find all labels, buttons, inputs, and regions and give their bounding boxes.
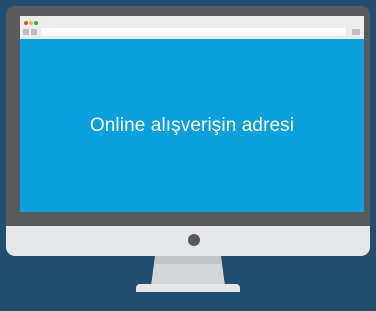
browser-toolbar <box>20 16 364 39</box>
back-icon[interactable] <box>23 29 29 35</box>
minimize-dot-icon[interactable] <box>29 21 33 25</box>
close-dot-icon[interactable] <box>24 21 28 25</box>
monitor-chin <box>6 226 370 256</box>
monitor-stand <box>151 256 225 286</box>
monitor-base <box>136 284 240 292</box>
menu-icon[interactable] <box>352 29 360 35</box>
address-bar[interactable] <box>41 28 346 36</box>
monitor-screen: Online alışverişin adresi <box>20 16 364 212</box>
forward-icon[interactable] <box>31 29 37 35</box>
screen-headline: Online alışverişin adresi <box>89 114 295 136</box>
maximize-dot-icon[interactable] <box>34 21 38 25</box>
monitor-illustration: Online alışverişin adresi <box>0 0 376 311</box>
power-button-icon <box>188 234 200 246</box>
